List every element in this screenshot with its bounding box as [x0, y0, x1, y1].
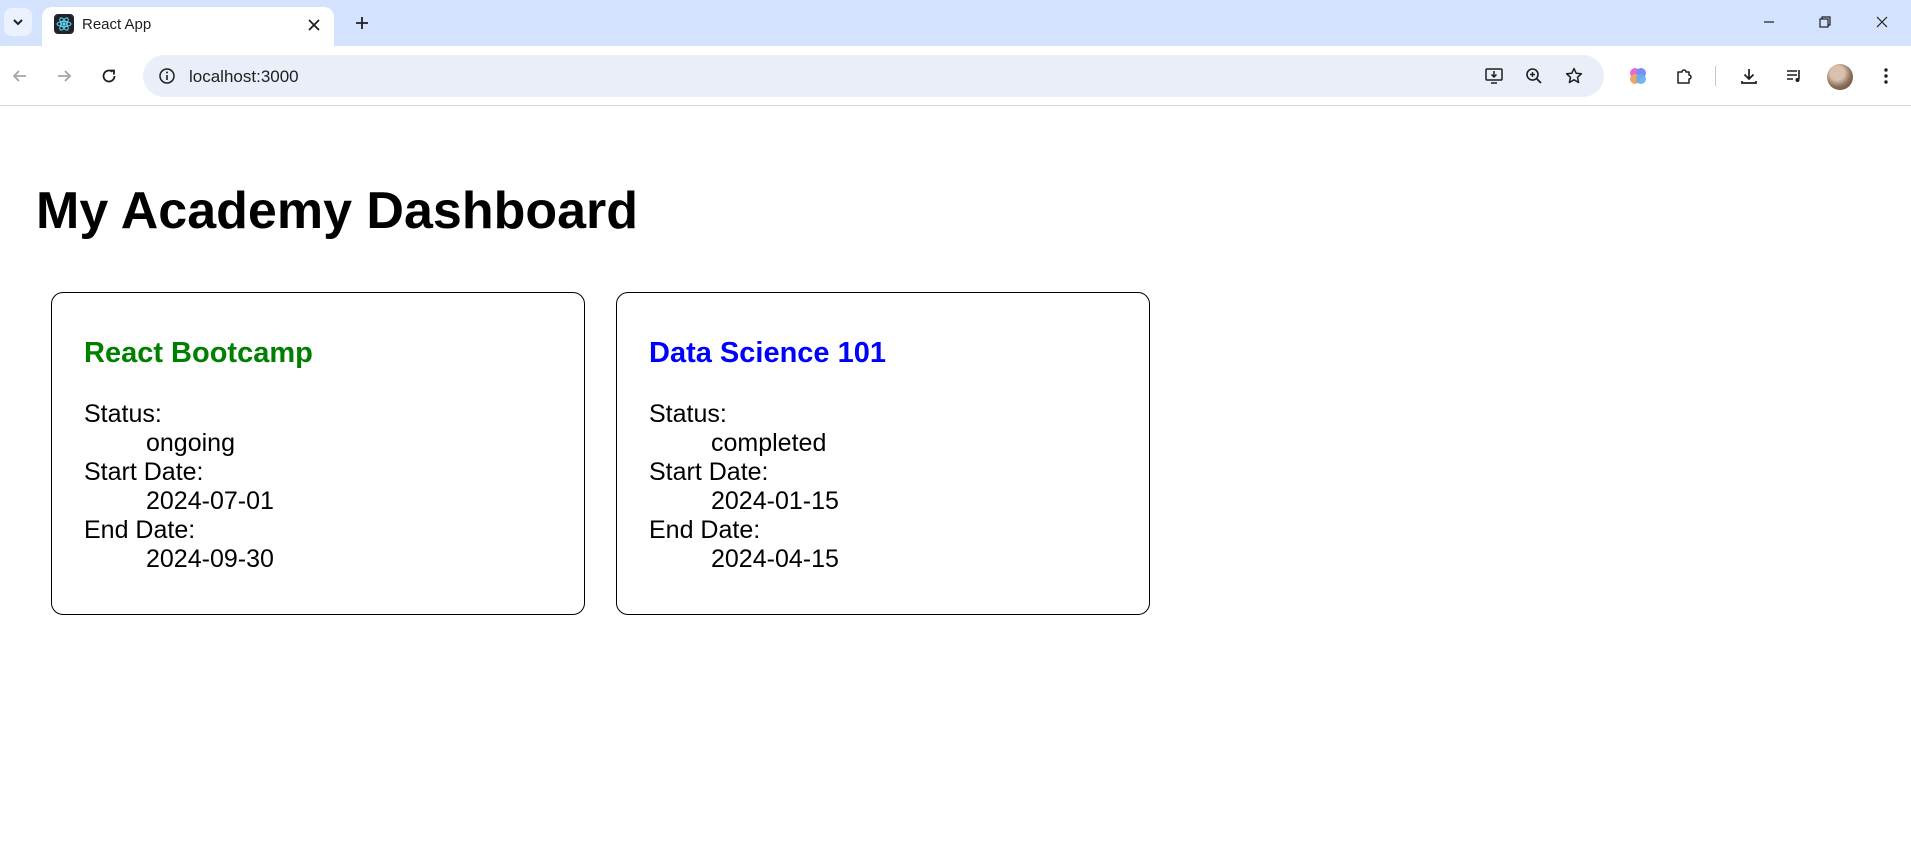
page-title: My Academy Dashboard — [36, 182, 639, 240]
install-app-icon — [1484, 66, 1504, 86]
url-text[interactable]: localhost:3000 — [189, 67, 299, 87]
plus-icon — [355, 16, 369, 30]
course-title: React Bootcamp — [84, 337, 313, 369]
toolbar-separator — [1715, 66, 1716, 86]
gemini-icon — [1627, 65, 1649, 87]
browser-menu-button[interactable] — [1870, 60, 1902, 92]
course-title: Data Science 101 — [649, 337, 886, 369]
media-control-button[interactable] — [1778, 60, 1810, 92]
course-card-react-bootcamp: React Bootcamp Status: ongoing Start Dat… — [51, 292, 585, 615]
arrow-left-icon — [11, 67, 29, 85]
close-window-button[interactable] — [1860, 6, 1904, 38]
bookmark-button[interactable] — [1559, 61, 1589, 91]
status-label: Status: — [649, 400, 727, 428]
start-date-label: Start Date: — [84, 458, 204, 486]
reload-button[interactable] — [93, 60, 125, 92]
back-button[interactable] — [4, 60, 36, 92]
avatar[interactable] — [1827, 64, 1853, 90]
browser-toolbar: localhost:3000 — [0, 46, 1911, 106]
close-icon[interactable] — [304, 15, 324, 35]
info-icon — [158, 67, 176, 85]
tab-bar: React App — [0, 0, 1911, 46]
react-logo-icon — [54, 14, 74, 34]
arrow-right-icon — [55, 67, 73, 85]
install-app-button[interactable] — [1479, 61, 1509, 91]
tab-search-button[interactable] — [4, 8, 32, 36]
media-control-icon — [1784, 66, 1804, 86]
course-card-data-science-101: Data Science 101 Status: completed Start… — [616, 292, 1150, 615]
minimize-icon — [1762, 15, 1776, 29]
download-icon — [1739, 66, 1759, 86]
puzzle-icon — [1674, 66, 1694, 86]
status-value: completed — [711, 429, 827, 457]
tab-title: React App — [82, 16, 152, 33]
restore-button[interactable] — [1803, 6, 1847, 38]
minimize-button[interactable] — [1747, 6, 1791, 38]
status-value: ongoing — [146, 429, 235, 457]
reload-icon — [100, 67, 118, 85]
page-content: My Academy Dashboard React Bootcamp Stat… — [0, 106, 1911, 860]
restore-icon — [1818, 15, 1832, 29]
new-tab-button[interactable] — [348, 9, 376, 37]
end-date-label: End Date: — [84, 516, 196, 544]
zoom-button[interactable] — [1519, 61, 1549, 91]
site-info-button[interactable] — [151, 60, 183, 92]
end-date-label: End Date: — [649, 516, 761, 544]
chevron-down-icon — [11, 15, 25, 29]
address-bar[interactable]: localhost:3000 — [143, 55, 1604, 97]
status-label: Status: — [84, 400, 162, 428]
end-date-value: 2024-09-30 — [146, 545, 274, 573]
extensions-button[interactable] — [1668, 60, 1700, 92]
start-date-value: 2024-07-01 — [146, 487, 274, 515]
zoom-icon — [1524, 66, 1544, 86]
gemini-button[interactable] — [1622, 60, 1654, 92]
kebab-menu-icon — [1883, 66, 1889, 86]
tab-react-app[interactable]: React App — [42, 7, 334, 46]
start-date-value: 2024-01-15 — [711, 487, 839, 515]
close-window-icon — [1875, 15, 1889, 29]
forward-button[interactable] — [48, 60, 80, 92]
start-date-label: Start Date: — [649, 458, 769, 486]
star-icon — [1564, 66, 1584, 86]
downloads-button[interactable] — [1733, 60, 1765, 92]
end-date-value: 2024-04-15 — [711, 545, 839, 573]
